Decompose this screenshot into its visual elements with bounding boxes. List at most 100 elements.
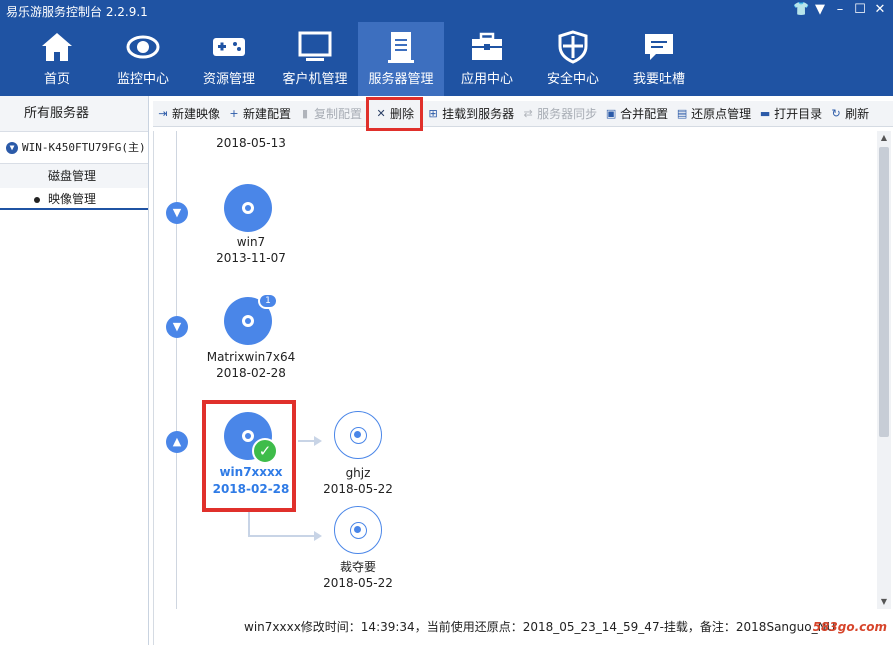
config-ghjz-date: 2018-05-22 (323, 482, 393, 496)
nav-client-label: 客户机管理 (282, 72, 348, 87)
config-caiduoyao-date: 2018-05-22 (323, 576, 393, 590)
nav-home-label: 首页 (43, 72, 70, 87)
nav-monitor-label: 监控中心 (116, 72, 169, 87)
refresh-label: 刷新 (845, 107, 870, 121)
config-count-badge: 1 (258, 293, 278, 309)
mount-server-label: 挂载到服务器 (442, 107, 515, 121)
copy-config-button[interactable]: ▮ 复制配置 (295, 103, 366, 125)
chevron-down-icon[interactable]: ▼ (6, 141, 18, 154)
scroll-down-icon[interactable]: ▼ (879, 597, 889, 607)
close-icon[interactable]: ✕ (873, 2, 887, 17)
merge-icon: ▣ (605, 107, 617, 120)
restore-icon: ▤ (676, 107, 688, 120)
minimize-icon[interactable]: – (833, 2, 847, 17)
nav-resource-label: 资源管理 (202, 72, 255, 87)
config-caiduoyao-icon[interactable] (334, 506, 382, 554)
disc-hole (245, 318, 251, 324)
window-title: 易乐游服务控制台 2.2.9.1 (6, 5, 148, 19)
delete-button[interactable]: ✕ 删除 (366, 96, 424, 131)
nav-app-label: 应用中心 (460, 72, 513, 87)
open-dir-label: 打开目录 (774, 107, 823, 121)
new-config-button[interactable]: + 新建配置 (224, 103, 295, 125)
image-tree-panel: 2018-05-13 ▼ win7 2013-11-07 ▼ 1 Matrixw… (153, 131, 893, 645)
watermark: 583go.com (812, 620, 887, 634)
eye-icon (126, 35, 160, 59)
window-controls: 👕 ▼ – ☐ ✕ (793, 2, 887, 17)
copy-config-label: 复制配置 (314, 107, 363, 121)
nav-resource-manage[interactable]: 资源管理 (186, 22, 272, 96)
image-win7xxxx-name[interactable]: win7xxxx (191, 464, 311, 480)
sidebar-all-servers[interactable]: 所有服务器 (0, 96, 148, 132)
mount-server-button[interactable]: ⊞ 挂载到服务器 (423, 103, 518, 125)
scroll-thumb[interactable] (879, 147, 889, 437)
new-image-button[interactable]: ⇥ 新建映像 (153, 103, 224, 125)
image-win7xxxx-date: 2018-02-28 (212, 482, 290, 496)
server-sync-button[interactable]: ⇄ 服务器同步 (518, 103, 601, 125)
main-nav: 首页 监控中心 资源管理 客户机管理 服务器管理 应用中心 安全中心 我要吐槽 (14, 22, 702, 96)
image-win7-name[interactable]: win7 (191, 234, 311, 250)
delete-icon: ✕ (376, 107, 386, 120)
home-icon (42, 33, 72, 61)
nav-home[interactable]: 首页 (14, 22, 100, 96)
scroll-up-icon[interactable]: ▲ (879, 133, 889, 143)
sidebar-item-image-label: 映像管理 (48, 192, 97, 206)
disc-core (354, 526, 361, 533)
server-name: WIN-K450FTU79FG(主) (22, 140, 146, 154)
dropdown-icon[interactable]: ▼ (813, 2, 827, 17)
nav-security-center[interactable]: 安全中心 (530, 22, 616, 96)
chat-icon (645, 34, 673, 60)
config-caiduoyao-name[interactable]: 裁夺要 (298, 559, 418, 575)
disc-hole (245, 205, 251, 211)
nav-security-label: 安全中心 (546, 72, 599, 87)
connector-line (248, 512, 250, 536)
merge-config-button[interactable]: ▣ 合并配置 (601, 103, 672, 125)
refresh-button[interactable]: ↻ 刷新 (826, 103, 873, 125)
collapse-win7xxxx-chevron-up-icon[interactable]: ▲ (166, 431, 188, 453)
arrow-right-icon (314, 531, 322, 541)
app-header: 易乐游服务控制台 2.2.9.1 👕 ▼ – ☐ ✕ 首页 监控中心 资源管理 … (0, 0, 893, 96)
restore-point-label: 还原点管理 (691, 107, 752, 121)
nav-client-manage[interactable]: 客户机管理 (272, 22, 358, 96)
expand-matrix-chevron-down-icon[interactable]: ▼ (166, 316, 188, 338)
shirt-icon[interactable]: 👕 (793, 2, 809, 17)
selected-dot-icon (34, 196, 40, 203)
open-dir-button[interactable]: ▬ 打开目录 (755, 103, 826, 125)
server-sync-label: 服务器同步 (537, 107, 598, 121)
plus-icon: + (229, 107, 239, 120)
arrow-right-icon (314, 436, 322, 446)
config-ghjz-icon[interactable] (334, 411, 382, 459)
nav-app-center[interactable]: 应用中心 (444, 22, 530, 96)
mount-icon: ⊞ (428, 107, 438, 120)
shield-icon (558, 30, 588, 64)
delete-label: 删除 (390, 107, 415, 121)
vertical-scrollbar[interactable]: ▲ ▼ (877, 131, 891, 609)
sidebar-server-node[interactable]: ▼ WIN-K450FTU79FG(主) (0, 132, 148, 164)
nav-server-manage[interactable]: 服务器管理 (358, 22, 444, 96)
server-doc-icon (388, 32, 414, 63)
new-image-label: 新建映像 (172, 107, 221, 121)
sidebar-item-disk-manage[interactable]: 磁盘管理 (0, 164, 148, 188)
toolbar: ⇥ 新建映像 + 新建配置 ▮ 复制配置 ✕ 删除 ⊞ 挂载到服务器 ⇄ 服务器同步 ▣ 合并… (153, 96, 893, 131)
nav-feedback[interactable]: 我要吐槽 (616, 22, 702, 96)
maximize-icon[interactable]: ☐ (853, 2, 867, 17)
sync-icon: ⇄ (523, 107, 533, 120)
image-matrix-date: 2018-02-28 (216, 366, 286, 380)
image-matrix-name[interactable]: Matrixwin7x64 (191, 349, 311, 365)
expand-win7-chevron-down-icon[interactable]: ▼ (166, 202, 188, 224)
new-image-icon: ⇥ (158, 107, 168, 120)
nav-monitor-center[interactable]: 监控中心 (100, 22, 186, 96)
status-bar: win7xxxx修改时间：14:39:34，当前使用还原点：2018_05_23… (244, 620, 836, 634)
new-config-label: 新建配置 (243, 107, 292, 121)
restore-point-button[interactable]: ▤ 还原点管理 (672, 103, 755, 125)
disc-win7-icon[interactable] (224, 184, 272, 232)
refresh-icon: ↻ (831, 107, 841, 120)
merge-config-label: 合并配置 (620, 107, 669, 121)
image-win7-date: 2013-11-07 (216, 251, 286, 265)
connector-line (248, 535, 320, 537)
disc-hole (245, 433, 251, 439)
monitor-icon (298, 31, 332, 61)
disc-core (354, 431, 361, 438)
nav-feedback-label: 我要吐槽 (632, 72, 685, 87)
sidebar-item-image-manage[interactable]: 映像管理 (0, 188, 148, 210)
config-ghjz-name[interactable]: ghjz (298, 465, 418, 481)
